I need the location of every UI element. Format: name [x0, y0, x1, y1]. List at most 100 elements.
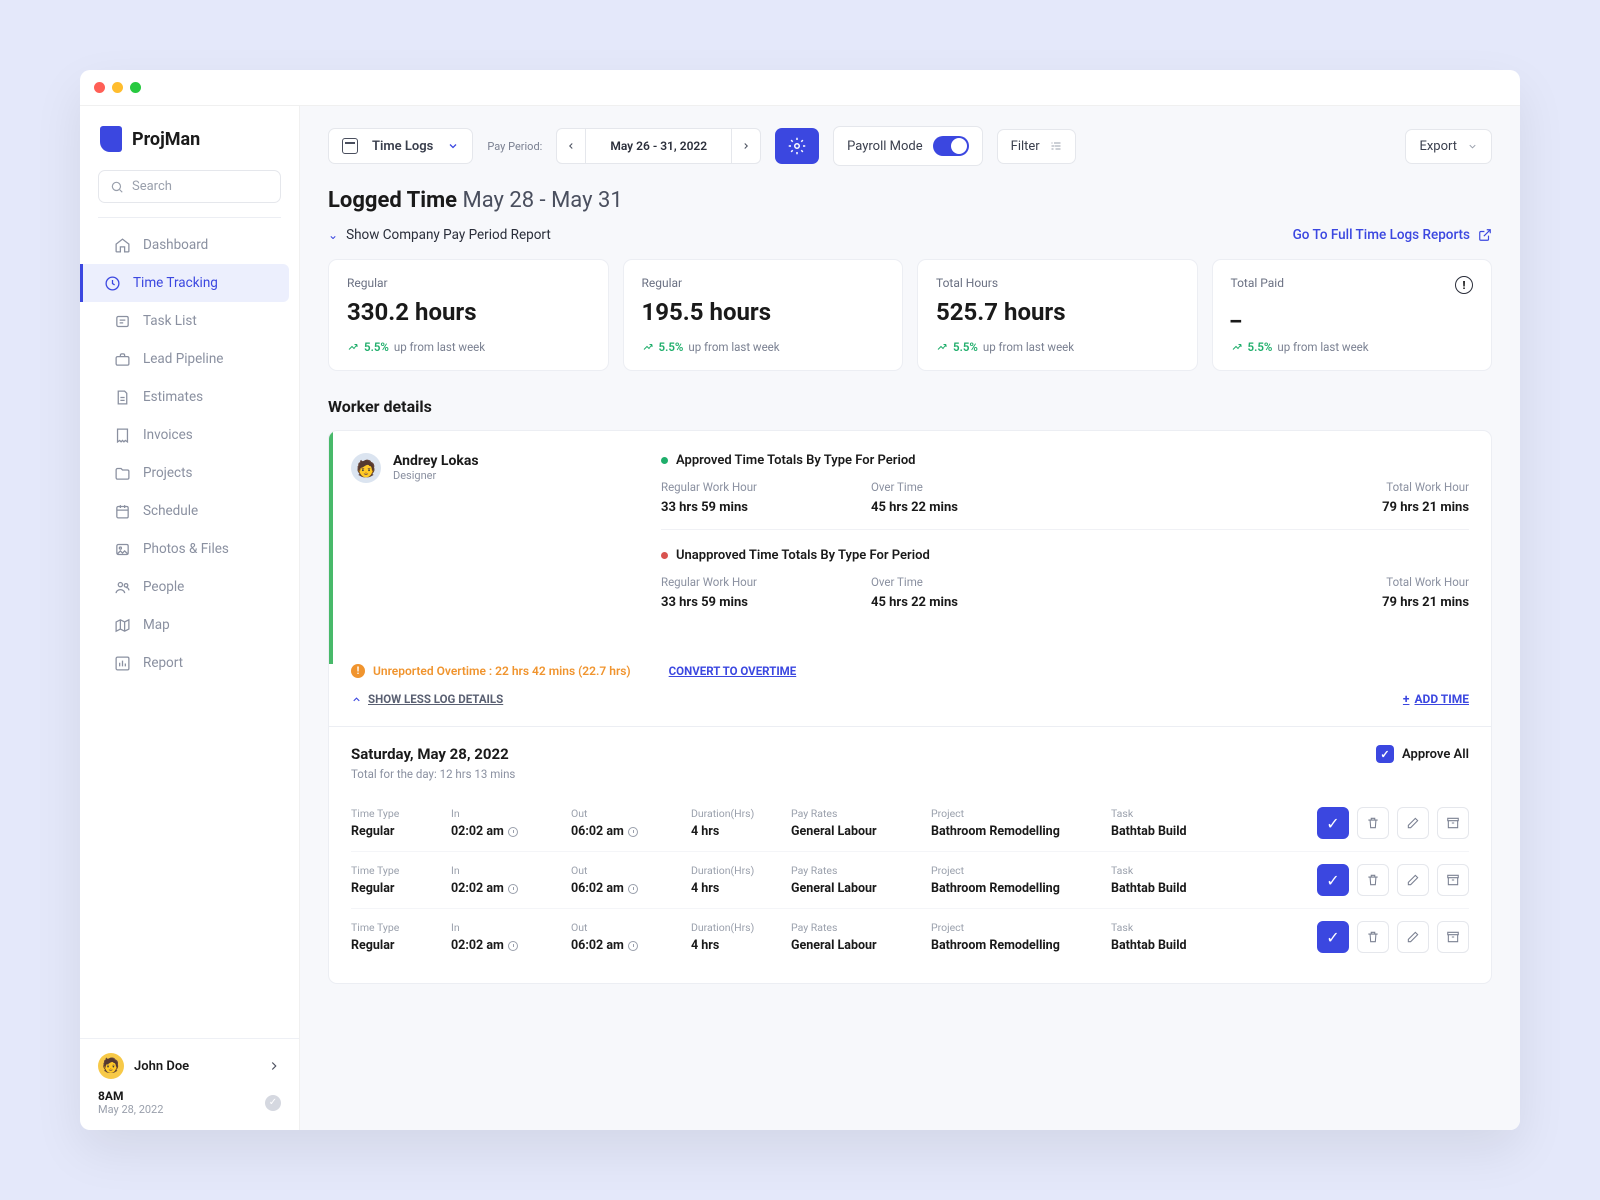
archive-button[interactable] [1437, 921, 1469, 953]
nav-item-report[interactable]: Report [90, 644, 289, 682]
stat-value: 195.5 hours [642, 298, 885, 326]
convert-overtime-button[interactable]: CONVERT TO OVERTIME [669, 664, 797, 678]
nav-item-people[interactable]: People [90, 568, 289, 606]
log-col-value: 02:02 am [451, 938, 561, 953]
log-col-label: Project [931, 807, 1101, 820]
log-col-value: General Labour [791, 824, 921, 839]
pencil-icon [1406, 816, 1420, 830]
chevron-down-icon [1467, 141, 1478, 152]
nav-item-schedule[interactable]: Schedule [90, 492, 289, 530]
period-col-label: Total Work Hour [1319, 480, 1469, 494]
stat-title: Total Paid [1231, 276, 1474, 290]
home-icon [113, 236, 131, 254]
edit-button[interactable] [1397, 921, 1429, 953]
user-avatar: 🧑 [98, 1053, 124, 1079]
search-icon [110, 180, 124, 194]
status-dot-icon [661, 457, 668, 464]
worker-role: Designer [393, 469, 479, 482]
approve-button[interactable]: ✓ [1317, 921, 1349, 953]
nav-item-time-tracking[interactable]: Time Tracking [80, 264, 289, 302]
show-report-button[interactable]: ⌄ Show Company Pay Period Report [328, 227, 551, 243]
nav-item-lead-pipeline[interactable]: Lead Pipeline [90, 340, 289, 378]
goto-reports-link[interactable]: Go To Full Time Logs Reports [1293, 227, 1492, 243]
brand-name: ProjMan [132, 129, 200, 150]
export-button[interactable]: Export [1405, 129, 1492, 164]
stat-sub: 5.5%up from last week [1231, 340, 1474, 354]
map-icon [113, 616, 131, 634]
log-col-label: In [451, 864, 561, 877]
next-period-button[interactable] [731, 128, 761, 164]
nav-item-label: Report [143, 655, 183, 671]
user-time: 8AM [98, 1089, 163, 1103]
period-block: Unapproved Time Totals By Type For Perio… [661, 548, 1469, 624]
log-col-label: Duration(Hrs) [691, 864, 781, 877]
log-col-value: General Labour [791, 881, 921, 896]
divider [98, 217, 281, 218]
nav-item-map[interactable]: Map [90, 606, 289, 644]
search-input[interactable]: Search [98, 170, 281, 203]
nav-item-invoices[interactable]: Invoices [90, 416, 289, 454]
clock-icon [103, 274, 121, 292]
nav-item-photos-files[interactable]: Photos & Files [90, 530, 289, 568]
settings-button[interactable] [775, 128, 819, 164]
nav-item-estimates[interactable]: Estimates [90, 378, 289, 416]
nav-item-label: Time Tracking [133, 275, 218, 291]
minimize-dot[interactable] [112, 82, 123, 93]
gear-icon [788, 137, 806, 155]
log-col-value: 4 hrs [691, 824, 781, 839]
clock-icon [628, 884, 638, 894]
chevron-right-icon [267, 1059, 281, 1073]
archive-button[interactable] [1437, 864, 1469, 896]
log-col-label: Project [931, 921, 1101, 934]
archive-icon [1446, 930, 1460, 944]
trend-up-icon [936, 341, 948, 353]
user-row[interactable]: 🧑 John Doe [98, 1053, 281, 1079]
show-less-button[interactable]: SHOW LESS LOG DETAILS [351, 692, 503, 706]
log-row: Time TypeRegularIn02:02 am Out06:02 am D… [351, 795, 1469, 852]
log-col-value: 4 hrs [691, 938, 781, 953]
nav-item-dashboard[interactable]: Dashboard [90, 226, 289, 264]
nav-item-task-list[interactable]: Task List [90, 302, 289, 340]
delete-button[interactable] [1357, 921, 1389, 953]
log-col-label: Pay Rates [791, 807, 921, 820]
logo-icon [100, 126, 122, 152]
period-block: Approved Time Totals By Type For PeriodR… [661, 453, 1469, 530]
clock-icon [508, 827, 518, 837]
log-col-label: Task [1111, 807, 1231, 820]
pay-period-value[interactable]: May 26 - 31, 2022 [586, 128, 731, 164]
period-col-label: Over Time [871, 480, 1021, 494]
add-time-button[interactable]: + ADD TIME [1403, 692, 1469, 706]
approve-button[interactable]: ✓ [1317, 807, 1349, 839]
prev-period-button[interactable] [556, 128, 586, 164]
archive-button[interactable] [1437, 807, 1469, 839]
edit-button[interactable] [1397, 864, 1429, 896]
check-circle-icon: ✓ [265, 1095, 281, 1111]
nav-item-label: People [143, 579, 184, 595]
close-dot[interactable] [94, 82, 105, 93]
period-col-value: 79 hrs 21 mins [1319, 595, 1469, 610]
filter-button[interactable]: Filter [997, 129, 1076, 164]
log-col-label: Task [1111, 921, 1231, 934]
nav-item-label: Invoices [143, 427, 193, 443]
approve-button[interactable]: ✓ [1317, 864, 1349, 896]
edit-button[interactable] [1397, 807, 1429, 839]
main: Time Logs Pay Period: May 26 - 31, 2022 … [300, 106, 1520, 1130]
payroll-mode-toggle[interactable]: Payroll Mode [833, 126, 983, 166]
nav-item-projects[interactable]: Projects [90, 454, 289, 492]
approve-all-button[interactable]: ✓ Approve All [1376, 745, 1469, 763]
delete-button[interactable] [1357, 807, 1389, 839]
calendar-icon [342, 138, 358, 154]
delete-button[interactable] [1357, 864, 1389, 896]
trash-icon [1366, 930, 1380, 944]
nav-item-label: Schedule [143, 503, 198, 519]
trash-icon [1366, 873, 1380, 887]
view-selector[interactable]: Time Logs [328, 128, 473, 164]
log-col-label: Out [571, 807, 681, 820]
brand: ProjMan [80, 126, 299, 170]
image-icon [113, 540, 131, 558]
period-col-label: Regular Work Hour [661, 480, 811, 494]
chart-icon [113, 654, 131, 672]
invoice-icon [113, 426, 131, 444]
pencil-icon [1406, 930, 1420, 944]
maximize-dot[interactable] [130, 82, 141, 93]
